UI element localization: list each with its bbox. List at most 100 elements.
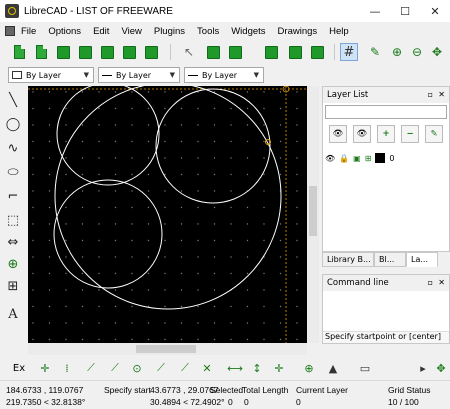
snap-grid-icon[interactable]: ⁞ (58, 360, 76, 376)
copy-icon[interactable] (286, 43, 304, 61)
pen-toolbar: By Layer ▼ By Layer ▼ By Layer ▼ (0, 66, 322, 84)
librecad-logo-icon (5, 4, 19, 18)
snap-intersection-icon[interactable]: ✕ (198, 360, 216, 376)
remove-layer-icon[interactable]: − (401, 125, 419, 143)
snap-free-icon[interactable]: ✛ (36, 360, 54, 376)
selected-label: Selected (210, 385, 244, 395)
menu-edit[interactable]: Edit (87, 26, 115, 37)
new-file-icon[interactable] (10, 43, 28, 61)
ellipse-tool-icon[interactable]: ⬭ (5, 165, 21, 181)
float-panel-icon[interactable]: ▫ (428, 275, 433, 291)
chevron-down-icon: ▼ (253, 71, 259, 79)
cut-icon[interactable] (262, 43, 280, 61)
paste-icon[interactable] (308, 43, 326, 61)
new-from-template-icon[interactable] (32, 43, 50, 61)
chevron-down-icon: ▼ (169, 71, 175, 79)
curve-tool-icon[interactable]: ∿ (5, 141, 21, 157)
save-icon[interactable] (76, 43, 94, 61)
pen-color-select[interactable]: By Layer ▼ (8, 67, 94, 83)
pan-icon[interactable]: ✥ (432, 360, 450, 376)
redo-icon[interactable] (226, 43, 244, 61)
grid (28, 86, 307, 343)
document-icon (5, 26, 15, 36)
snap-entity-icon[interactable]: ⟋ (106, 360, 124, 376)
more-tools-icon[interactable]: ▸ (414, 360, 432, 376)
zoom-in-icon[interactable]: ⊕ (388, 43, 406, 61)
tab-block-list[interactable]: Bl... (374, 252, 406, 267)
zoom-out-icon[interactable]: ⊖ (408, 43, 426, 61)
menu-drawings[interactable]: Drawings (272, 26, 324, 37)
add-layer-icon[interactable]: + (377, 125, 395, 143)
float-panel-icon[interactable]: ▫ (428, 87, 433, 103)
snap-distance-icon[interactable]: ⟋ (176, 360, 194, 376)
absolute-coordinates: 184.6733 , 119.0767 (6, 385, 84, 395)
maximize-button[interactable]: ☐ (390, 0, 420, 22)
restrict-vertical-icon[interactable]: ↕ (248, 360, 266, 376)
snap-endpoint-icon[interactable]: ⟋ (82, 360, 100, 376)
line-tool-icon[interactable]: ╲ (5, 93, 21, 109)
open-file-icon[interactable] (54, 43, 72, 61)
layer-list-title-text: Layer List (327, 90, 369, 100)
snap-middle-icon[interactable]: ⟋ (152, 360, 170, 376)
edit-layer-icon[interactable]: ✎ (425, 125, 443, 143)
print-icon[interactable] (120, 43, 138, 61)
layer-print-icon[interactable]: ▣ (353, 154, 361, 163)
show-all-layers-icon[interactable]: 👁 (329, 125, 347, 143)
menu-help[interactable]: Help (323, 26, 355, 37)
layer-lock-icon[interactable]: 🔒 (339, 154, 349, 163)
layer-visible-icon[interactable]: 👁 (325, 154, 335, 163)
dimension-tool-icon[interactable]: ⇔ (5, 235, 21, 251)
close-panel-icon[interactable]: ✕ (438, 275, 445, 291)
menu-view[interactable]: View (115, 26, 147, 37)
snap-center-icon[interactable]: ⊙ (128, 360, 146, 376)
menu-file[interactable]: File (15, 26, 42, 37)
modify-tool-icon[interactable]: ⊕ (5, 257, 21, 273)
circle-tool-icon[interactable]: ◯ (5, 117, 21, 133)
text-tool-icon[interactable]: A (5, 307, 21, 323)
restrict-orthogonal-icon[interactable]: ✛ (270, 360, 288, 376)
layer-row[interactable]: 👁 🔒 ▣ ⊞ 0 (325, 151, 447, 165)
save-as-icon[interactable] (98, 43, 116, 61)
menu-options[interactable]: Options (42, 26, 87, 37)
menu-plugins[interactable]: Plugins (148, 26, 191, 37)
close-button[interactable]: ✕ (420, 0, 450, 22)
zoom-pan-icon[interactable]: ✥ (428, 43, 446, 61)
hide-all-layers-icon[interactable]: 👁 (353, 125, 371, 143)
layer-name: 0 (389, 153, 395, 163)
draft-mode-icon[interactable]: ✎ (366, 43, 384, 61)
layer-filter-input[interactable] (325, 105, 447, 119)
screen-icon[interactable]: ▭ (356, 360, 374, 376)
chevron-down-icon: ▼ (83, 71, 89, 79)
layer-construction-icon[interactable]: ⊞ (365, 154, 372, 163)
layer-list-panel: Layer List ▫ ✕ 👁 👁 + − ✎ 👁 🔒 ▣ ⊞ 0 (322, 86, 450, 252)
close-panel-icon[interactable]: ✕ (438, 87, 445, 103)
info-tool-icon[interactable]: ⊞ (5, 279, 21, 295)
set-relative-zero-icon[interactable]: ⊕ (300, 360, 318, 376)
tab-library-browser[interactable]: Library B... (322, 252, 374, 267)
select-tool-icon[interactable]: ⬚ (5, 213, 21, 229)
pen-width-select[interactable]: By Layer ▼ (98, 67, 180, 83)
horizontal-scrollbar[interactable] (28, 343, 307, 355)
tab-layer-list[interactable]: La... (406, 252, 438, 267)
relative-polar-coordinates: 30.4894 < 72.4902° (150, 397, 225, 407)
main-toolbar: ↖ # ✎ ⊕ ⊖ ✥ (0, 40, 450, 64)
drawing-svg[interactable] (28, 86, 307, 343)
prompt-overlap-text: Specify start (104, 385, 151, 395)
total-length-value: 0 (244, 397, 249, 407)
undo-icon[interactable] (204, 43, 222, 61)
pen-linetype-select[interactable]: By Layer ▼ (184, 67, 264, 83)
print-preview-icon[interactable] (142, 43, 160, 61)
drawing-canvas[interactable] (28, 86, 307, 343)
lock-relative-zero-icon[interactable]: ▲ (324, 360, 342, 376)
layer-color-swatch[interactable] (375, 153, 386, 163)
command-line-panel: Command line ▫ ✕ Specify startpoint or [… (322, 274, 450, 344)
minimize-button[interactable]: — (360, 0, 390, 22)
vertical-scrollbar[interactable] (307, 86, 319, 343)
polyline-tool-icon[interactable]: ⌐ (5, 189, 21, 205)
grid-toggle-icon[interactable]: # (340, 43, 358, 61)
exclusive-snap-toggle[interactable]: Ex (10, 360, 28, 376)
menu-tools[interactable]: Tools (191, 26, 225, 37)
restrict-horizontal-icon[interactable]: ⟷ (226, 360, 244, 376)
menu-widgets[interactable]: Widgets (225, 26, 271, 37)
select-pointer-icon[interactable]: ↖ (180, 43, 198, 61)
